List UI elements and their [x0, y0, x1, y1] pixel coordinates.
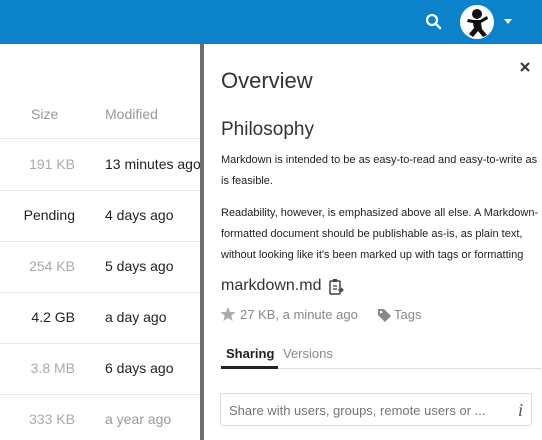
- tags-link[interactable]: Tags: [394, 307, 421, 322]
- file-list-header: Size Modified: [0, 44, 202, 139]
- tag-icon[interactable]: [377, 308, 392, 323]
- info-icon[interactable]: i: [518, 400, 523, 421]
- table-row[interactable]: 333 KB a year ago: [0, 394, 202, 440]
- preview-heading: Philosophy: [221, 119, 314, 140]
- file-size: 333 KB: [29, 411, 75, 427]
- table-row[interactable]: 3.8 MB 6 days ago: [0, 343, 202, 395]
- file-size: 4.2 GB: [31, 309, 75, 325]
- preview-paragraph-line: Readability, however, is emphasized abov…: [221, 207, 539, 219]
- file-modified: a day ago: [105, 309, 167, 325]
- avatar-icon: [460, 5, 494, 39]
- column-header-modified[interactable]: Modified: [105, 106, 158, 122]
- file-size: 3.8 MB: [30, 360, 75, 376]
- file-modified: a year ago: [105, 411, 172, 427]
- tab-active-indicator: [221, 366, 278, 369]
- preview-paragraph-line: Markdown is intended to be as easy-to-re…: [221, 154, 538, 166]
- chevron-down-icon[interactable]: [504, 19, 512, 24]
- preview-paragraph-line: without looking like it's been marked up…: [221, 249, 524, 261]
- file-size: 254 KB: [29, 258, 75, 274]
- file-modified: 13 minutes ago: [105, 156, 201, 172]
- table-row[interactable]: 254 KB 5 days ago: [0, 241, 202, 293]
- file-size: 191 KB: [29, 156, 75, 172]
- file-name: markdown.md: [221, 277, 322, 294]
- file-modified: 6 days ago: [105, 360, 174, 376]
- preview-paragraph-line: formatted document should be publishable…: [221, 228, 523, 240]
- table-row[interactable]: 4.2 GB a day ago: [0, 292, 202, 344]
- file-modified: 4 days ago: [105, 207, 174, 223]
- table-row[interactable]: 191 KB 13 minutes ago: [0, 139, 202, 191]
- clipboard-icon[interactable]: [328, 278, 344, 296]
- file-meta: 27 KB, a minute ago: [240, 307, 358, 322]
- preview-paragraph-line: is feasible.: [221, 175, 273, 187]
- top-bar: [0, 0, 542, 44]
- search-icon[interactable]: [424, 12, 444, 32]
- share-input[interactable]: [227, 394, 505, 427]
- file-list: Size Modified 191 KB 13 minutes ago Pendin…: [0, 44, 202, 440]
- file-size: Pending: [23, 207, 75, 223]
- column-header-size[interactable]: Size: [31, 106, 58, 122]
- star-icon[interactable]: [220, 306, 236, 322]
- share-field: i: [220, 393, 532, 427]
- tab-sharing[interactable]: Sharing: [226, 346, 274, 361]
- details-panel: Overview Philosophy Markdown is intended…: [204, 44, 542, 440]
- file-modified: 5 days ago: [105, 258, 174, 274]
- close-icon[interactable]: [518, 60, 532, 74]
- tab-versions[interactable]: Versions: [283, 346, 333, 361]
- avatar[interactable]: [460, 5, 494, 39]
- panel-title: Overview: [221, 68, 313, 93]
- table-row[interactable]: Pending 4 days ago: [0, 190, 202, 242]
